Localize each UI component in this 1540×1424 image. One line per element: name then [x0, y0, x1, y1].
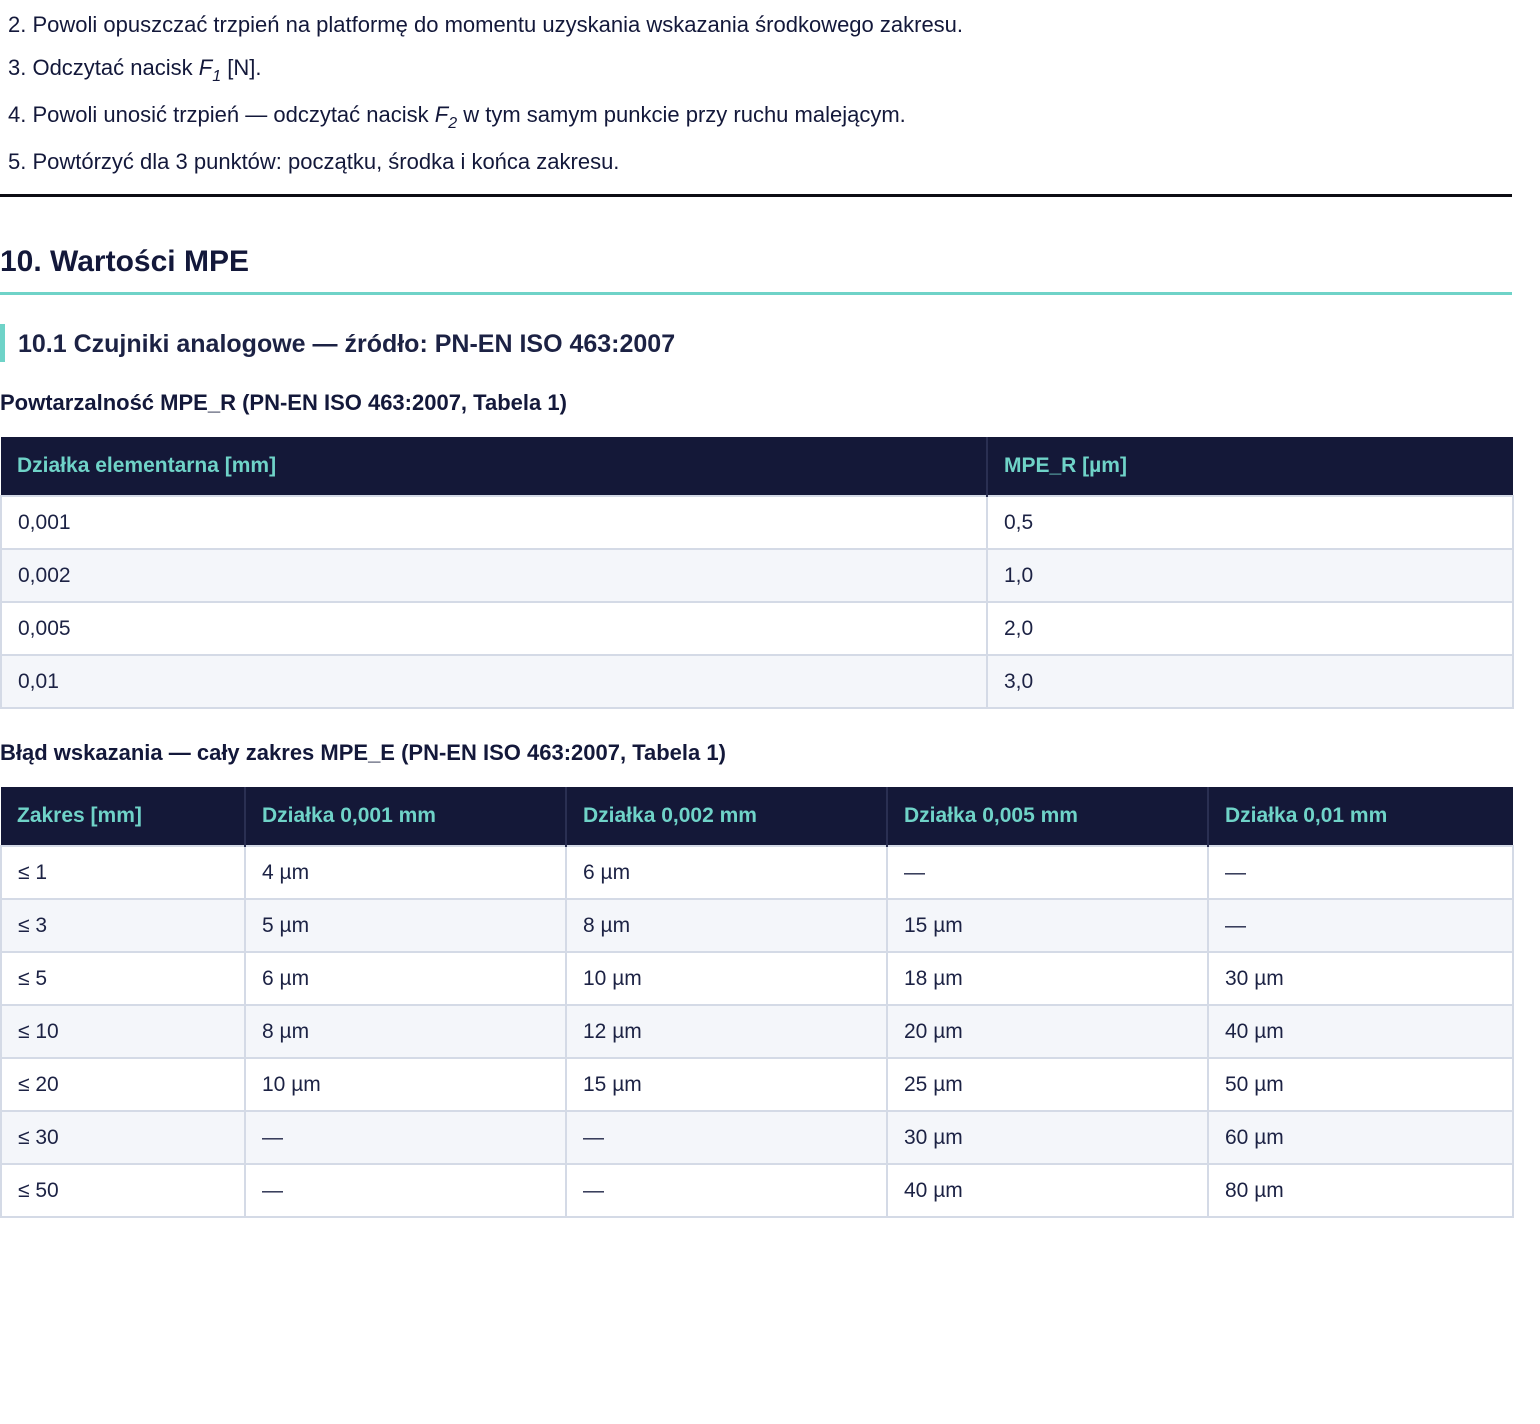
force-variable: F	[198, 55, 213, 80]
table-cell: —	[1207, 898, 1514, 953]
table-cell: 10 µm	[565, 951, 888, 1006]
column-header: Działka 0,005 mm	[886, 787, 1208, 846]
table-cell: 60 µm	[1207, 1110, 1514, 1165]
table-cell: 0,01	[0, 654, 988, 709]
table-cell: 0,001	[0, 495, 988, 550]
table-cell: 20 µm	[886, 1004, 1209, 1059]
procedure-step: 3. Odczytać nacisk F1 [N].	[8, 54, 262, 85]
column-header: MPE_R [µm]	[986, 437, 1513, 496]
section-divider	[0, 194, 1512, 197]
table-cell: 50 µm	[1207, 1057, 1514, 1112]
table-header-row: Zakres [mm] Działka 0,001 mm Działka 0,0…	[1, 787, 1513, 846]
table-cell: —	[244, 1110, 567, 1165]
table-cell: 15 µm	[886, 898, 1209, 953]
table-cell: 25 µm	[886, 1057, 1209, 1112]
table-cell: 4 µm	[244, 845, 567, 900]
table-cell: 30 µm	[886, 1110, 1209, 1165]
procedure-step: 5. Powtórzyć dla 3 punktów: początku, śr…	[8, 148, 619, 176]
table-cell: 0,5	[986, 495, 1514, 550]
step-text-end: w tym samym punkcie przy ruchu malejącym…	[457, 102, 906, 127]
step-text: 5. Powtórzyć dla 3 punktów: początku, śr…	[8, 149, 620, 174]
column-header: Zakres [mm]	[1, 787, 245, 846]
table-cell: 8 µm	[244, 1004, 567, 1059]
table-cell: 40 µm	[886, 1163, 1209, 1218]
table-cell: 8 µm	[565, 898, 888, 953]
table-cell: —	[565, 1110, 888, 1165]
table-row: 0,005 2,0	[0, 601, 1514, 656]
table-cell: —	[565, 1163, 888, 1218]
error-table-caption: Błąd wskazania — cały zakres MPE_E (PN-E…	[0, 740, 726, 765]
table-row: ≤ 5 6 µm 10 µm 18 µm 30 µm	[0, 951, 1514, 1006]
force-variable: F	[434, 102, 449, 127]
table-cell: 0,005	[0, 601, 988, 656]
step-text: 3. Odczytać nacisk	[8, 55, 199, 80]
step-text-end: [N].	[221, 55, 262, 80]
table-cell: 0,002	[0, 548, 988, 603]
table-cell: 5 µm	[244, 898, 567, 953]
table-row: ≤ 30 — — 30 µm 60 µm	[0, 1110, 1514, 1165]
repeatability-table: Działka elementarna [mm] MPE_R [µm] 0,00…	[0, 437, 1514, 709]
table-cell: ≤ 1	[0, 845, 246, 900]
table-cell: 3,0	[986, 654, 1514, 709]
table-row: ≤ 1 4 µm 6 µm — —	[0, 845, 1514, 900]
table-row: 0,01 3,0	[0, 654, 1514, 709]
column-header: Działka 0,001 mm	[244, 787, 566, 846]
force-subscript: 1	[212, 68, 222, 85]
section-title-underline	[0, 292, 1512, 295]
table-row: 0,002 1,0	[0, 548, 1514, 603]
table-cell: —	[1207, 845, 1514, 900]
table-cell: 80 µm	[1207, 1163, 1514, 1218]
table-cell: 6 µm	[565, 845, 888, 900]
section-title: 10. Wartości MPE	[0, 245, 249, 278]
table-cell: 40 µm	[1207, 1004, 1514, 1059]
table-row: ≤ 3 5 µm 8 µm 15 µm —	[0, 898, 1514, 953]
column-header: Działka 0,01 mm	[1207, 787, 1513, 846]
table-cell: 10 µm	[244, 1057, 567, 1112]
step-text: 4. Powoli unosić trzpień — odczytać naci…	[8, 102, 435, 127]
table-row: ≤ 50 — — 40 µm 80 µm	[0, 1163, 1514, 1218]
table-cell: ≤ 50	[0, 1163, 246, 1218]
table-cell: ≤ 10	[0, 1004, 246, 1059]
column-header: Działka 0,002 mm	[565, 787, 887, 846]
table-cell: ≤ 3	[0, 898, 246, 953]
procedure-step: 4. Powoli unosić trzpień — odczytać naci…	[8, 101, 906, 132]
table-row: ≤ 10 8 µm 12 µm 20 µm 40 µm	[0, 1004, 1514, 1059]
table-cell: 30 µm	[1207, 951, 1514, 1006]
table-cell: 6 µm	[244, 951, 567, 1006]
procedure-step: 2. Powoli opuszczać trzpień na platformę…	[8, 11, 963, 39]
repeatability-table-caption: Powtarzalność MPE_R (PN-EN ISO 463:2007,…	[0, 390, 567, 415]
table-cell: —	[244, 1163, 567, 1218]
table-cell: ≤ 20	[0, 1057, 246, 1112]
indication-error-table: Zakres [mm] Działka 0,001 mm Działka 0,0…	[0, 787, 1514, 1218]
step-text: 2. Powoli opuszczać trzpień na platformę…	[8, 12, 964, 37]
table-cell: —	[886, 845, 1209, 900]
table-row: ≤ 20 10 µm 15 µm 25 µm 50 µm	[0, 1057, 1514, 1112]
subsection-title: 10.1 Czujniki analogowe — źródło: PN-EN …	[0, 324, 675, 362]
table-cell: ≤ 30	[0, 1110, 246, 1165]
force-subscript: 2	[448, 115, 458, 132]
table-cell: 15 µm	[565, 1057, 888, 1112]
table-row: 0,001 0,5	[0, 495, 1514, 550]
table-cell: ≤ 5	[0, 951, 246, 1006]
table-cell: 18 µm	[886, 951, 1209, 1006]
column-header: Działka elementarna [mm]	[1, 437, 987, 496]
table-cell: 1,0	[986, 548, 1514, 603]
table-cell: 12 µm	[565, 1004, 888, 1059]
table-header-row: Działka elementarna [mm] MPE_R [µm]	[1, 437, 1513, 496]
table-cell: 2,0	[986, 601, 1514, 656]
